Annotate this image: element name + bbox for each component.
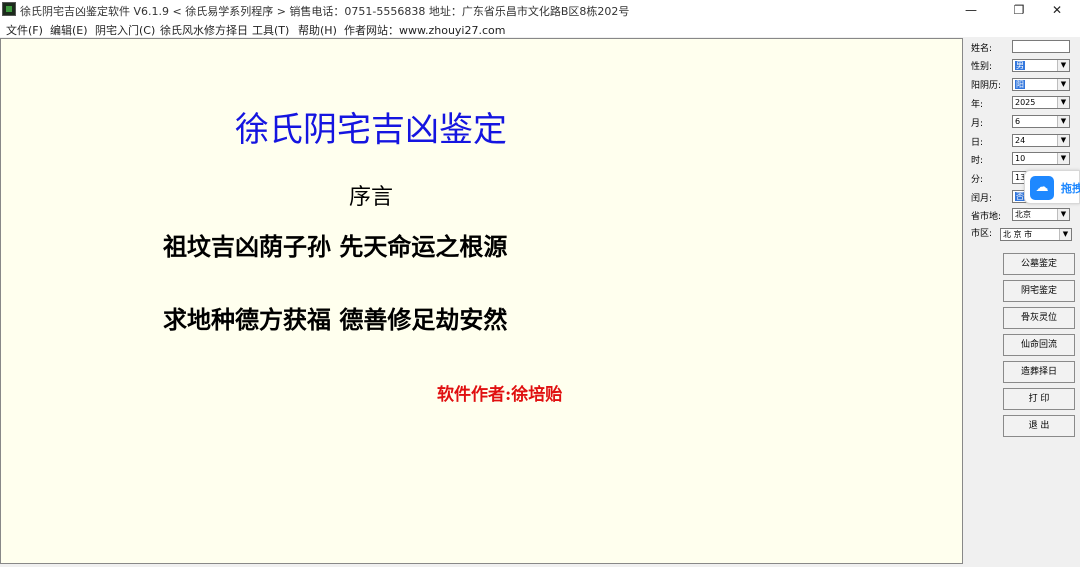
gender-label: 性别: <box>971 62 993 72</box>
minimize-button[interactable]: — <box>948 0 994 20</box>
menu-bar: 文件(F) 编辑(E) 阴宅入门(C) 徐氏风水修方择日 工具(T) 帮助(H)… <box>0 20 1080 37</box>
city-label: 市区: <box>971 229 993 239</box>
name-label: 姓名: <box>971 44 993 54</box>
minute-label: 分: <box>971 175 984 185</box>
menu-author-website[interactable]: 作者网站：www.zhouyi27.com <box>344 22 505 38</box>
chevron-down-icon[interactable]: ▼ <box>1057 209 1069 220</box>
verse-line-1: 祖坟吉凶荫子孙 先天命运之根源 <box>163 232 508 261</box>
window-title: 徐氏阴宅吉凶鉴定软件 V6.1.9 < 徐氏易学系列程序 > 销售电话：0751… <box>20 5 630 18</box>
menu-yinzhai-intro[interactable]: 阴宅入门(C) <box>95 22 155 38</box>
page-title: 徐氏阴宅吉凶鉴定 <box>235 110 507 150</box>
month-value: 6 <box>1015 117 1021 126</box>
year-select[interactable]: 2025 ▼ <box>1012 96 1070 109</box>
cloud-icon: ☁ <box>1030 176 1054 200</box>
close-button[interactable]: ✕ <box>1034 0 1080 20</box>
app-icon <box>2 2 16 16</box>
city-select[interactable]: 北 京 市 ▼ <box>1000 228 1072 241</box>
chevron-down-icon[interactable]: ▼ <box>1057 79 1069 90</box>
gender-value: 男 <box>1015 61 1025 70</box>
cemetery-assessment-button[interactable]: 公墓鉴定 <box>1003 253 1075 275</box>
year-label: 年: <box>971 100 984 110</box>
chevron-down-icon[interactable]: ▼ <box>1057 97 1069 108</box>
menu-tools[interactable]: 工具(T) <box>252 22 289 38</box>
chevron-down-icon[interactable]: ▼ <box>1057 116 1069 127</box>
menu-file[interactable]: 文件(F) <box>6 22 43 38</box>
exit-button[interactable]: 退 出 <box>1003 415 1075 437</box>
day-value: 24 <box>1015 136 1026 145</box>
name-input[interactable] <box>1012 40 1070 53</box>
day-label: 日: <box>971 138 984 148</box>
chevron-down-icon[interactable]: ▼ <box>1057 60 1069 71</box>
calendar-value: 阳 <box>1015 80 1025 89</box>
chevron-down-icon[interactable]: ▼ <box>1059 229 1071 240</box>
preface-heading: 序言 <box>348 185 393 210</box>
ash-shrine-button[interactable]: 骨灰灵位 <box>1003 307 1075 329</box>
hour-value: 10 <box>1015 154 1026 163</box>
author-credit: 软件作者:徐培贻 <box>437 385 563 405</box>
leap-month-label: 闰月: <box>971 194 993 204</box>
month-select[interactable]: 6 ▼ <box>1012 115 1070 128</box>
hour-select[interactable]: 10 ▼ <box>1012 152 1070 165</box>
gender-select[interactable]: 男 ▼ <box>1012 59 1070 72</box>
calendar-label: 阳阴历: <box>971 81 1002 91</box>
calendar-select[interactable]: 阳 ▼ <box>1012 78 1070 91</box>
floating-widget-label: 拖拽 <box>1061 182 1080 195</box>
province-select[interactable]: 北京 ▼ <box>1012 208 1070 221</box>
province-value: 北京 <box>1015 210 1031 219</box>
verse-line-2: 求地种德方获福 德善修足劫安然 <box>163 305 508 334</box>
print-button[interactable]: 打 印 <box>1003 388 1075 410</box>
province-label: 省市地: <box>971 212 1002 222</box>
menu-fengshui-date[interactable]: 徐氏风水修方择日 <box>160 22 248 38</box>
title-bar: 徐氏阴宅吉凶鉴定软件 V6.1.9 < 徐氏易学系列程序 > 销售电话：0751… <box>0 0 1080 20</box>
menu-edit[interactable]: 编辑(E) <box>50 22 88 38</box>
day-select[interactable]: 24 ▼ <box>1012 134 1070 147</box>
input-panel: 姓名: 性别: 男 ▼ 阳阴历: 阳 ▼ 年: 2025 ▼ 月: 6 ▼ 日:… <box>966 38 1080 567</box>
menu-help[interactable]: 帮助(H) <box>298 22 337 38</box>
burial-date-selection-button[interactable]: 造葬择日 <box>1003 361 1075 383</box>
yinzhai-assessment-button[interactable]: 阴宅鉴定 <box>1003 280 1075 302</box>
month-label: 月: <box>971 119 984 129</box>
hour-label: 时: <box>971 156 984 166</box>
city-value: 北 京 市 <box>1003 230 1033 239</box>
floating-drag-widget[interactable]: ☁ 拖拽 <box>1024 170 1080 204</box>
chevron-down-icon[interactable]: ▼ <box>1057 135 1069 146</box>
chevron-down-icon[interactable]: ▼ <box>1057 153 1069 164</box>
xianming-huiliu-button[interactable]: 仙命回流 <box>1003 334 1075 356</box>
year-value: 2025 <box>1015 98 1036 107</box>
main-canvas: 徐氏阴宅吉凶鉴定 序言 祖坟吉凶荫子孙 先天命运之根源 求地种德方获福 德善修足… <box>0 38 963 564</box>
